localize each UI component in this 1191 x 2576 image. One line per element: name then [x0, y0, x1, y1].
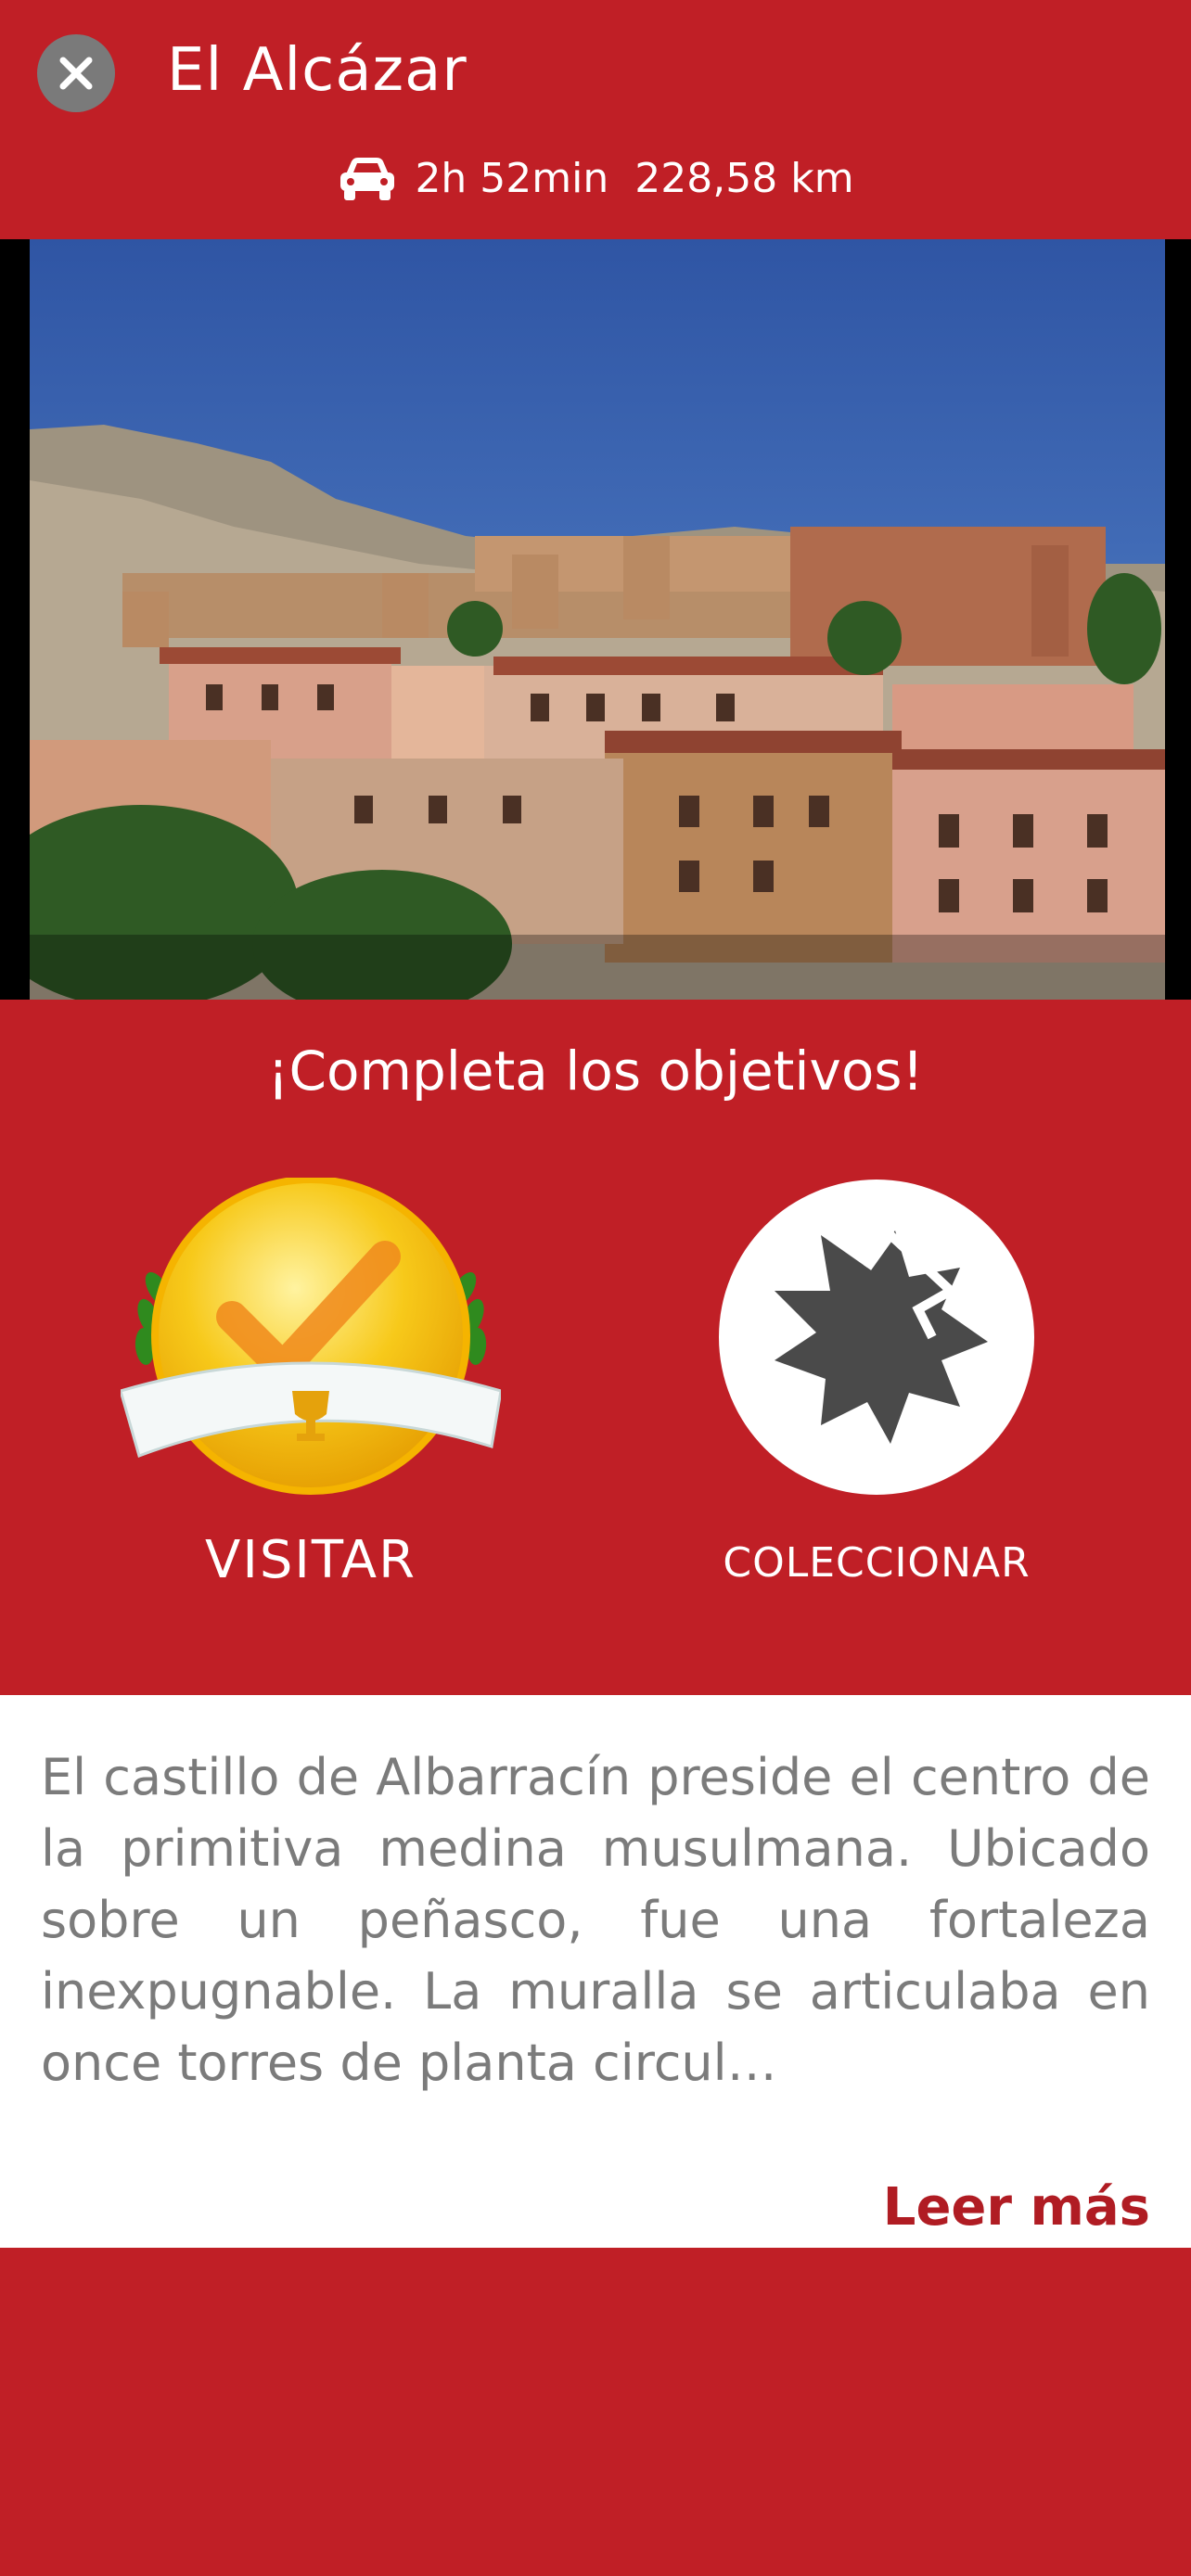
- route-info: 2h 52min 228,58 km: [0, 141, 1191, 215]
- route-distance: 228,58 km: [634, 154, 854, 202]
- collect-objective-badge[interactable]: [719, 1180, 1034, 1495]
- read-more-link[interactable]: Leer más: [883, 2177, 1150, 2238]
- collect-label: COLECCIONAR: [723, 1539, 1031, 1587]
- close-button[interactable]: [37, 34, 115, 112]
- header: El Alcázar 2h 52min 228,58 km: [0, 0, 1191, 239]
- visit-label: VISITAR: [205, 1530, 416, 1590]
- visit-objective-badge[interactable]: [119, 1176, 503, 1502]
- gold-medal-check-icon: [119, 1176, 503, 1495]
- route-duration: 2h 52min: [415, 154, 609, 202]
- car-icon: [337, 152, 398, 204]
- page-title: El Alcázar: [167, 36, 467, 105]
- close-icon: [59, 57, 93, 90]
- castle-walls-and-town-image: [0, 239, 1191, 1000]
- description-text: El castillo de Albarracín preside el cen…: [41, 1748, 1150, 2092]
- collect-badge-icon: [775, 1228, 988, 1444]
- description-card: El castillo de Albarracín preside el cen…: [0, 1695, 1191, 2248]
- objectives-title: ¡Completa los objetivos!: [267, 1039, 924, 1103]
